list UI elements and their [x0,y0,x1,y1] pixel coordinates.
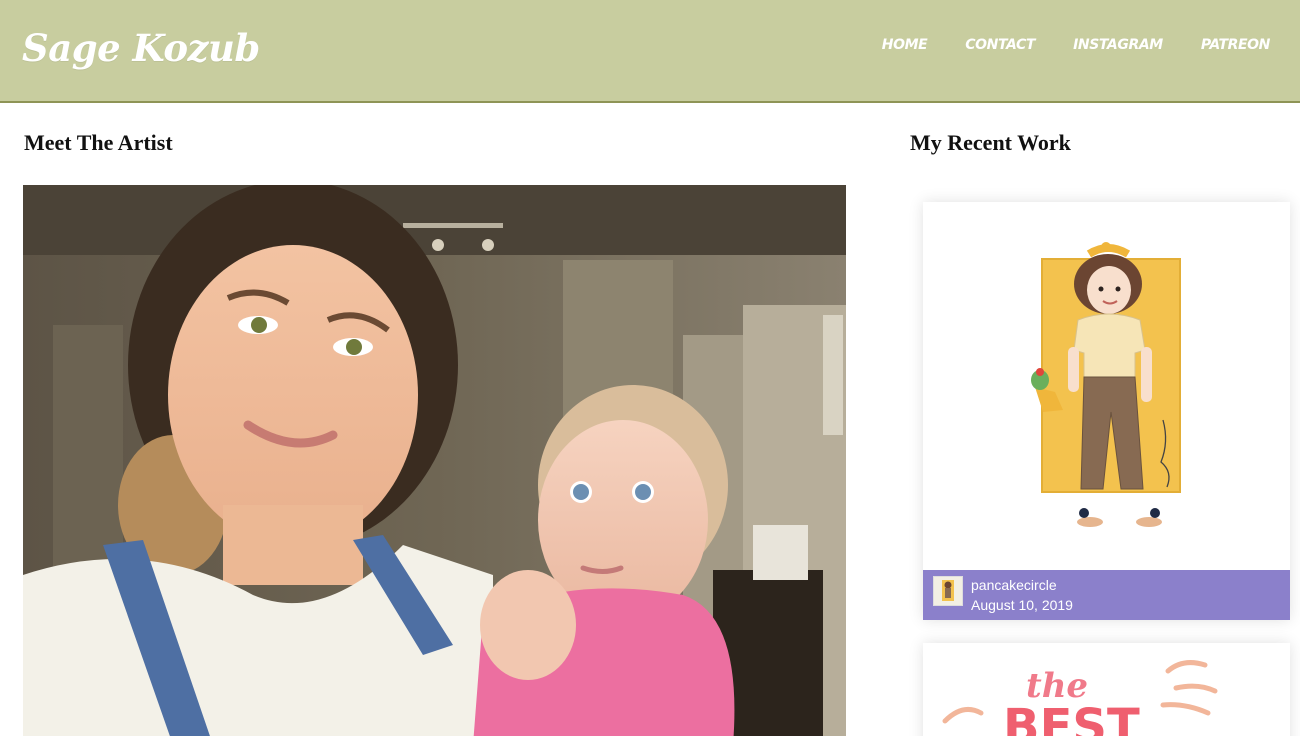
girl-illustration [1031,242,1181,527]
site-header: Sage Kozub HOME CONTACT INSTAGRAM PATREO… [0,0,1300,103]
post-image-lettering[interactable]: the BEST [923,643,1290,736]
post-username[interactable]: pancakecircle [971,577,1057,593]
nav-home[interactable]: HOME [882,37,928,53]
art-text-best: BEST [1003,699,1140,736]
site-logo[interactable]: Sage Kozub [22,26,260,70]
post-image[interactable] [923,202,1290,570]
avatar-thumbnail-icon [942,580,954,601]
nav-contact[interactable]: CONTACT [965,37,1035,53]
nav-instagram[interactable]: INSTAGRAM [1073,37,1163,53]
post-meta-bar[interactable]: pancakecircle August 10, 2019 [923,570,1290,620]
meet-artist-heading: Meet The Artist [24,130,173,155]
artist-photo-illustration [23,185,846,736]
main-nav: HOME CONTACT INSTAGRAM PATREON [882,37,1271,53]
artist-photo [23,185,846,736]
recent-work-heading: My Recent Work [910,130,1071,155]
post-date: August 10, 2019 [971,597,1073,613]
user-avatar[interactable] [933,576,963,606]
nav-patreon[interactable]: PATREON [1201,37,1271,53]
recent-work-card[interactable]: the BEST [923,643,1290,736]
recent-work-card[interactable]: pancakecircle August 10, 2019 [923,202,1290,620]
